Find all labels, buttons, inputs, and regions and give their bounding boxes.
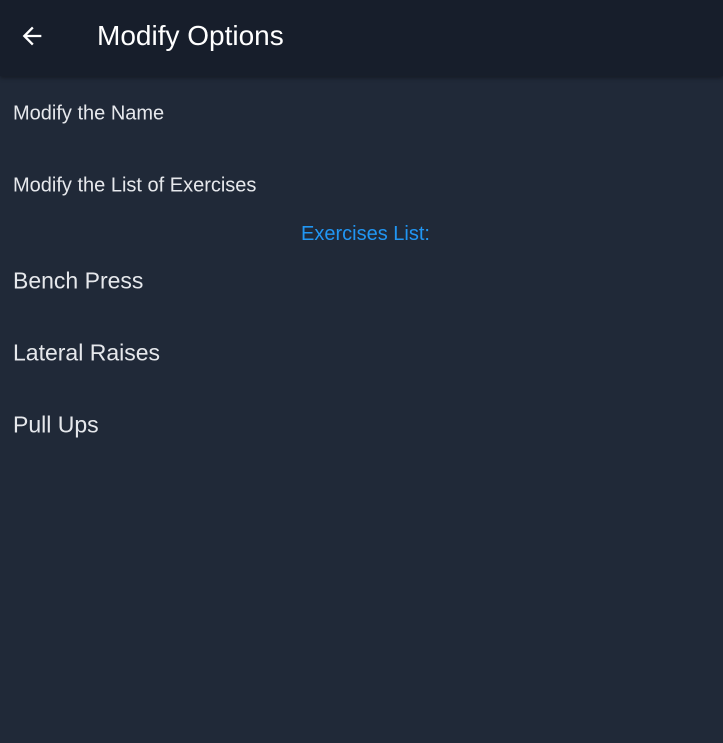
modify-exercise-list-option[interactable]: Modify the List of Exercises — [0, 156, 723, 216]
modify-name-label: Modify the Name — [13, 102, 165, 125]
exercises-list-heading: Exercises List: — [301, 223, 430, 245]
modify-exercise-list-label: Modify the List of Exercises — [13, 174, 257, 197]
exercise-name: Pull Ups — [13, 411, 99, 438]
page-title: Modify Options — [97, 20, 284, 51]
back-button[interactable] — [8, 12, 56, 60]
app-bar: Modify Options — [0, 0, 723, 76]
exercise-name: Bench Press — [13, 267, 144, 294]
arrow-back-icon — [22, 26, 42, 46]
exercise-list-item[interactable]: Bench Press — [0, 251, 723, 311]
modify-options-screen: Modify Options Modify the Name Modify th… — [0, 0, 723, 743]
modify-name-option[interactable]: Modify the Name — [0, 84, 723, 144]
exercise-list-item[interactable]: Pull Ups — [0, 395, 723, 455]
exercise-name: Lateral Raises — [13, 339, 161, 366]
exercise-list-item[interactable]: Lateral Raises — [0, 323, 723, 383]
